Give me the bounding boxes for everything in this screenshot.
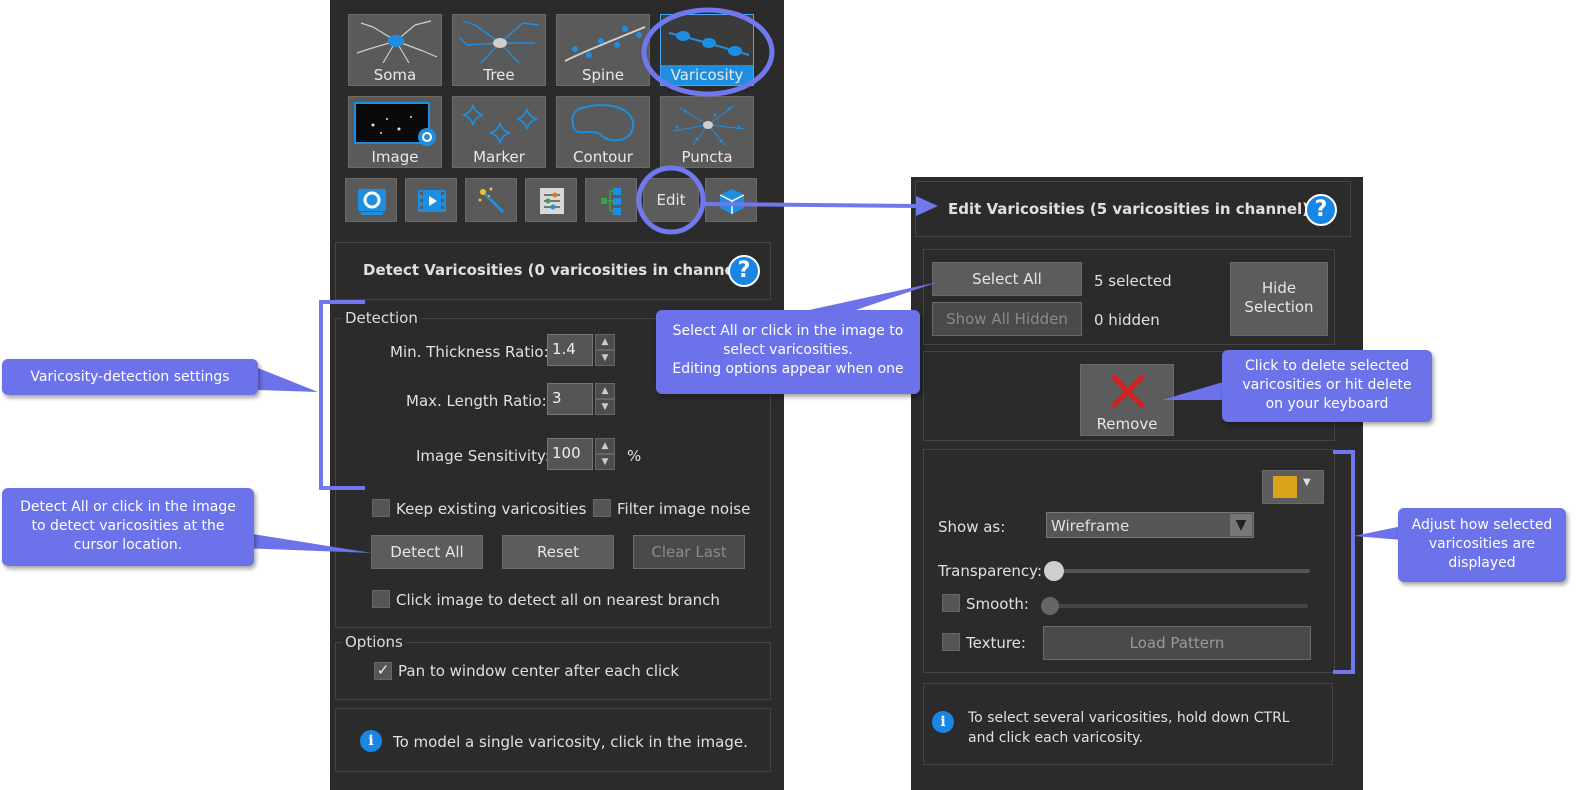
adjust-callout-pointer xyxy=(1354,526,1402,540)
delete-callout-line2: varicosities or hit delete xyxy=(1242,377,1412,393)
adjust-callout-line2: varicosities are xyxy=(1428,536,1536,552)
adjust-callout-line1: Adjust how selected xyxy=(1411,517,1553,533)
delete-callout-line1: Click to delete selected xyxy=(1245,358,1409,374)
edit-highlight-ring xyxy=(636,165,706,235)
detect-all-callout-line3: cursor location. xyxy=(73,537,183,553)
detect-all-callout-line1: Detect All or click in the image xyxy=(20,499,236,515)
edit-arrow-line xyxy=(703,202,919,208)
select-all-callout-line2: select varicosities. xyxy=(723,342,853,358)
detect-all-callout-line2: to detect varicosities at the xyxy=(31,518,225,534)
varicosity-highlight-ring xyxy=(641,7,775,97)
select-all-callout-line1: Select All or click in the image to xyxy=(672,323,904,339)
delete-callout: Click to delete selected varicosities or… xyxy=(1222,350,1432,422)
detection-settings-callout: Varicosity-detection settings xyxy=(2,359,258,395)
detect-all-callout-pointer xyxy=(240,532,372,553)
select-all-callout-pointer xyxy=(800,282,938,312)
adjust-callout-line3: displayed xyxy=(1448,555,1516,571)
detection-callout-pointer xyxy=(258,368,318,392)
delete-callout-pointer xyxy=(1162,380,1230,400)
edit-arrow-head xyxy=(916,196,938,216)
display-bracket xyxy=(1333,450,1355,674)
select-all-callout-line3: Editing options appear when one xyxy=(672,361,904,377)
detect-all-callout: Detect All or click in the image to dete… xyxy=(2,488,254,566)
select-all-callout: Select All or click in the image to sele… xyxy=(656,310,920,394)
delete-callout-line3: on your keyboard xyxy=(1265,396,1389,412)
adjust-callout: Adjust how selected varicosities are dis… xyxy=(1398,508,1566,582)
detection-bracket xyxy=(319,300,365,490)
